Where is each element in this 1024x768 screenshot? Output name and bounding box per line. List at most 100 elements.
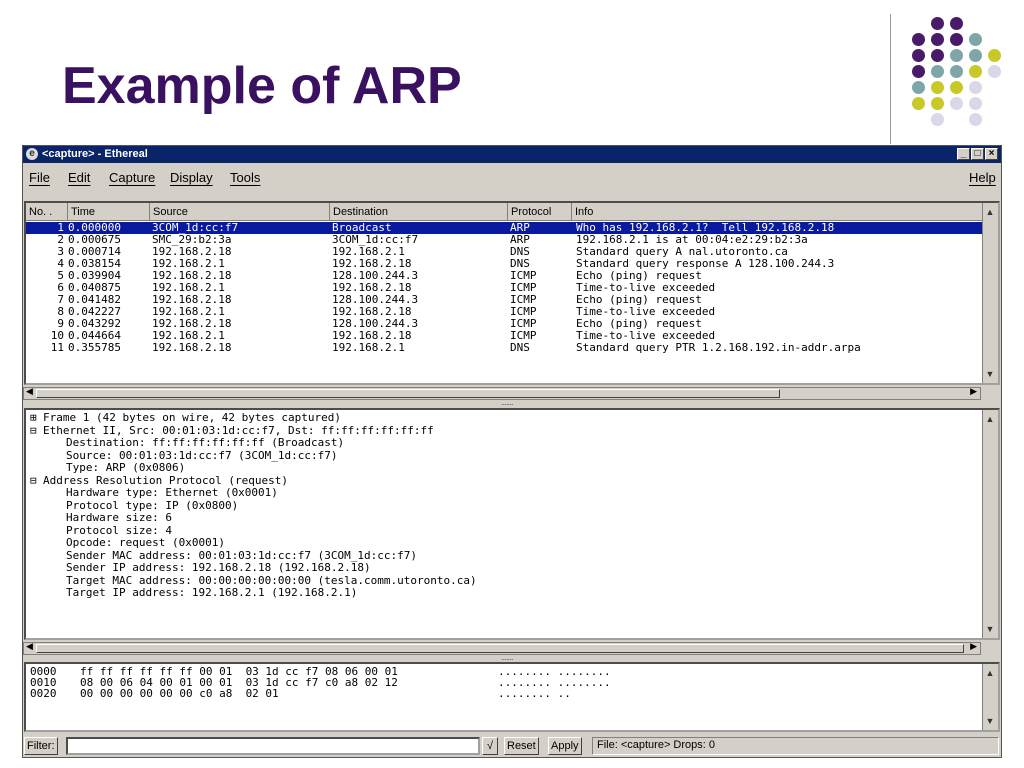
- tree-toggle-icon[interactable]: ⊟: [30, 474, 43, 487]
- detail-text: Target MAC address: 00:00:00:00:00:00 (t…: [66, 573, 477, 587]
- decorative-dot: [950, 17, 963, 30]
- col-header-time[interactable]: Time: [68, 203, 150, 221]
- detail-line[interactable]: Protocol type: IP (0x0800): [30, 498, 239, 512]
- decorative-dot: [969, 81, 982, 94]
- detail-line[interactable]: Sender MAC address: 00:01:03:1d:cc:f7 (3…: [30, 549, 417, 562]
- hex-bytes: 00 00 00 00 00 00 c0 a8 02 01: [80, 687, 279, 700]
- detail-text: Protocol type: IP (0x0800): [66, 498, 239, 512]
- scroll-right-icon[interactable]: ▶: [970, 386, 977, 397]
- decorative-dot: [950, 81, 963, 94]
- window-title: <capture> - Ethereal: [42, 148, 148, 160]
- decorative-dot: [950, 65, 963, 78]
- decorative-dot: [912, 97, 925, 110]
- scroll-up-icon[interactable]: ▲: [984, 412, 996, 426]
- col-header-info[interactable]: Info: [572, 203, 984, 221]
- detail-line[interactable]: ⊞ Frame 1 (42 bytes on wire, 42 bytes cap…: [30, 412, 341, 424]
- packet-details-pane: ⊞ Frame 1 (42 bytes on wire, 42 bytes cap…: [24, 408, 1000, 640]
- detail-line[interactable]: Destination: ff:ff:ff:ff:ff:ff (Broadcas…: [30, 437, 344, 449]
- col-header-protocol[interactable]: Protocol: [508, 203, 572, 221]
- packet-list-vscroll[interactable]: ▲ ▼: [982, 203, 998, 383]
- packet-cell-no: 11: [50, 341, 64, 354]
- decorative-dot: [969, 65, 982, 78]
- detail-line[interactable]: Hardware size: 6: [30, 512, 172, 524]
- detail-text: Hardware type: Ethernet (0x0001): [66, 486, 278, 499]
- hex-dump-pane: 0000 ff ff ff ff ff ff 00 01 03 1d cc f7 …: [24, 662, 1000, 732]
- scroll-left-icon[interactable]: ◀: [26, 641, 33, 652]
- maximize-button[interactable]: □: [971, 148, 984, 160]
- scroll-down-icon[interactable]: ▼: [984, 622, 996, 636]
- detail-line[interactable]: Target IP address: 192.168.2.1 (192.168.…: [30, 587, 357, 599]
- col-header-no[interactable]: No. .: [26, 203, 68, 221]
- menu-capture[interactable]: Capture: [109, 165, 155, 191]
- status-bar: File: <capture> Drops: 0: [592, 737, 999, 755]
- filter-label-button[interactable]: Filter:: [24, 737, 58, 755]
- scroll-up-icon[interactable]: ▲: [984, 666, 996, 680]
- decorative-dot: [931, 113, 944, 126]
- detail-text: Type: ARP (0x0806): [66, 461, 186, 474]
- hscroll-thumb[interactable]: [36, 644, 964, 653]
- details-vscroll[interactable]: ▲ ▼: [982, 410, 998, 638]
- scroll-up-icon[interactable]: ▲: [984, 205, 996, 219]
- filter-input[interactable]: [66, 737, 480, 755]
- decorative-dot: [912, 81, 925, 94]
- details-hscroll[interactable]: ◀ ▶: [23, 641, 981, 655]
- apply-button[interactable]: Apply: [548, 737, 582, 755]
- decorative-dot: [931, 49, 944, 62]
- detail-line[interactable]: Target MAC address: 00:00:00:00:00:00 (t…: [30, 573, 477, 587]
- decorative-dot: [969, 33, 982, 46]
- decorative-dot: [969, 113, 982, 126]
- detail-line[interactable]: ⊟ Ethernet II, Src: 00:01:03:1d:cc:f7, Ds…: [30, 424, 434, 437]
- detail-line[interactable]: Protocol size: 4: [30, 524, 172, 537]
- detail-line[interactable]: Opcode: request (0x0001): [30, 537, 225, 549]
- hex-vscroll[interactable]: ▲ ▼: [982, 664, 998, 730]
- decorative-dot: [969, 97, 982, 110]
- detail-text: Hardware size: 6: [66, 511, 172, 524]
- col-header-destination[interactable]: Destination: [330, 203, 508, 221]
- packet-list-hscroll[interactable]: ◀ ▶: [23, 386, 981, 400]
- decorative-dot: [912, 49, 925, 62]
- packet-cell-source: 192.168.2.18: [152, 341, 232, 354]
- decorative-dot: [912, 33, 925, 46]
- scroll-right-icon[interactable]: ▶: [970, 641, 977, 652]
- hex-ascii: ........ ..: [498, 687, 571, 700]
- decorative-dot: [912, 65, 925, 78]
- ethereal-window: e <capture> - Ethereal _ □ × File Edit C…: [22, 145, 1002, 758]
- scroll-left-icon[interactable]: ◀: [26, 386, 33, 397]
- detail-line[interactable]: ⊟ Address Resolution Protocol (request): [30, 474, 288, 487]
- detail-line[interactable]: Hardware type: Ethernet (0x0001): [30, 487, 278, 499]
- menu-help[interactable]: Help: [969, 165, 996, 191]
- decorative-dot: [988, 65, 1001, 78]
- tree-toggle-icon[interactable]: ⊞: [30, 412, 43, 424]
- detail-line[interactable]: Source: 00:01:03:1d:cc:f7 (3COM_1d:cc:f7…: [30, 449, 338, 462]
- detail-line[interactable]: Sender IP address: 192.168.2.18 (192.168…: [30, 562, 371, 574]
- menu-file[interactable]: File: [29, 165, 50, 191]
- decorative-dot: [950, 33, 963, 46]
- minimize-button[interactable]: _: [957, 148, 970, 160]
- detail-text: Destination: ff:ff:ff:ff:ff:ff (Broadcas…: [66, 436, 345, 449]
- menu-edit[interactable]: Edit: [68, 165, 90, 191]
- decorative-dot: [988, 49, 1001, 62]
- close-button[interactable]: ×: [985, 148, 998, 160]
- reset-button[interactable]: Reset: [504, 737, 539, 755]
- decorative-dot: [931, 65, 944, 78]
- decorative-dot: [931, 81, 944, 94]
- hscroll-thumb[interactable]: [36, 389, 780, 398]
- scroll-down-icon[interactable]: ▼: [984, 367, 996, 381]
- window-titlebar[interactable]: e <capture> - Ethereal _ □ ×: [23, 146, 1001, 163]
- packet-cell-info: Standard query PTR 1.2.168.192.in-addr.a…: [576, 341, 861, 354]
- packet-cell-protocol: DNS: [510, 341, 530, 354]
- detail-line[interactable]: Type: ARP (0x0806): [30, 462, 185, 474]
- scroll-down-icon[interactable]: ▼: [984, 714, 996, 728]
- decorative-dot: [931, 17, 944, 30]
- filter-check-icon[interactable]: √: [482, 737, 498, 755]
- packet-cell-time: 0.355785: [68, 341, 121, 354]
- menu-tools[interactable]: Tools: [230, 165, 260, 191]
- tree-toggle-icon[interactable]: ⊟: [30, 424, 43, 437]
- filter-bar: Filter: √ Reset Apply File: <capture> Dr…: [23, 734, 1001, 758]
- packet-row[interactable]: 11 0.355785 192.168.2.18 192.168.2.1 DNS Stan…: [26, 342, 984, 354]
- col-header-source[interactable]: Source: [150, 203, 330, 221]
- menu-bar: File Edit Capture Display Tools Help: [23, 165, 1001, 191]
- menu-display[interactable]: Display: [170, 165, 213, 191]
- packet-list-pane: No. . Time Source Destination Protocol I…: [24, 201, 1000, 385]
- hex-offset: 0020: [30, 687, 57, 700]
